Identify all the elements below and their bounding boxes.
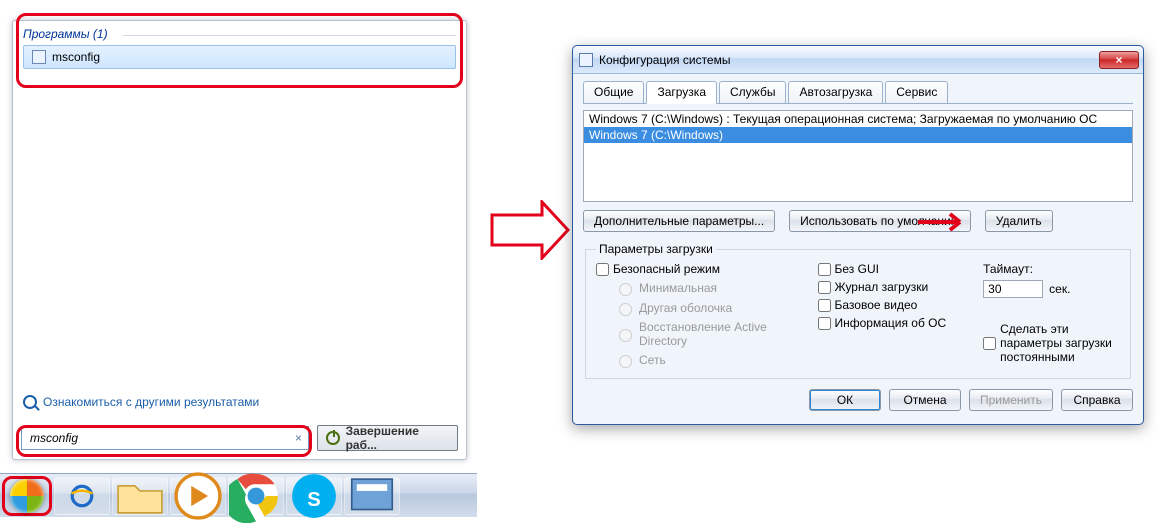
msconfig-dialog: Конфигурация системы × Общие Загрузка Сл… xyxy=(572,45,1144,425)
app-icon xyxy=(345,469,399,523)
taskbar-item-explorer[interactable] xyxy=(112,477,168,515)
radio-minimal: Минимальная xyxy=(596,280,792,296)
tab-tools[interactable]: Сервис xyxy=(885,81,948,103)
titlebar[interactable]: Конфигурация системы × xyxy=(573,46,1143,74)
taskbar-item-chrome[interactable] xyxy=(228,477,284,515)
taskbar: S xyxy=(0,473,477,517)
dialog-client: Общие Загрузка Службы Автозагрузка Серви… xyxy=(573,74,1143,419)
chrome-icon xyxy=(229,469,283,523)
help-button[interactable]: Справка xyxy=(1061,389,1133,411)
media-player-icon xyxy=(171,469,225,523)
dialog-footer: ОК Отмена Применить Справка xyxy=(583,389,1133,411)
timeout-input[interactable] xyxy=(983,280,1043,298)
no-gui-checkbox[interactable]: Без GUI xyxy=(818,262,958,276)
boot-entry-selected[interactable]: Windows 7 (C:\Windows) xyxy=(584,127,1132,143)
search-box[interactable]: × xyxy=(21,426,309,450)
os-info-checkbox[interactable]: Информация об ОС xyxy=(818,316,958,330)
radio-network: Сеть xyxy=(596,352,792,368)
boot-entries-list[interactable]: Windows 7 (C:\Windows) : Текущая операци… xyxy=(583,110,1133,202)
boot-buttons: Дополнительные параметры... Использовать… xyxy=(583,210,1133,232)
radio-adrestore: Восстановление Active Directory xyxy=(596,320,792,348)
timeout-label: Таймаут: xyxy=(983,262,1120,276)
clear-search-icon[interactable]: × xyxy=(295,431,302,445)
tab-startup[interactable]: Автозагрузка xyxy=(788,81,883,103)
apply-button[interactable]: Применить xyxy=(969,389,1053,411)
boot-log-checkbox[interactable]: Журнал загрузки xyxy=(818,280,958,294)
start-menu-footer: × Завершение раб... xyxy=(21,425,458,451)
delete-button[interactable]: Удалить xyxy=(985,210,1053,232)
boot-options-group: Параметры загрузки Безопасный режим Мини… xyxy=(585,242,1131,379)
taskbar-item-app[interactable] xyxy=(344,477,400,515)
taskbar-item-wmp[interactable] xyxy=(170,477,226,515)
tab-general[interactable]: Общие xyxy=(583,81,644,103)
safe-mode-checkbox[interactable]: Безопасный режим xyxy=(596,262,792,276)
windows-orb-icon xyxy=(10,479,44,513)
start-menu: Программы (1) msconfig Ознакомиться с др… xyxy=(12,20,467,460)
ie-icon xyxy=(69,483,95,509)
radio-altshell: Другая оболочка xyxy=(596,300,792,316)
programs-header: Программы (1) xyxy=(13,21,466,45)
flow-arrow-icon xyxy=(490,200,570,260)
set-default-button[interactable]: Использовать по умолчанию xyxy=(789,210,971,232)
search-result-msconfig[interactable]: msconfig xyxy=(23,45,456,69)
taskbar-item-ie[interactable] xyxy=(54,477,110,515)
search-input[interactable] xyxy=(28,430,295,446)
shutdown-button[interactable]: Завершение раб... xyxy=(317,425,458,451)
timeout-unit: сек. xyxy=(1049,282,1070,296)
advanced-options-button[interactable]: Дополнительные параметры... xyxy=(583,210,775,232)
search-result-label: msconfig xyxy=(52,50,100,64)
start-button[interactable] xyxy=(2,476,52,516)
see-other-results-link[interactable]: Ознакомиться с другими результатами xyxy=(23,395,259,409)
dialog-icon xyxy=(579,53,593,67)
dialog-title: Конфигурация системы xyxy=(599,53,1099,67)
cancel-button[interactable]: Отмена xyxy=(889,389,961,411)
msconfig-icon xyxy=(32,50,46,64)
persist-checkbox[interactable]: Сделать эти параметры загрузки постоянны… xyxy=(983,322,1120,364)
boot-entry[interactable]: Windows 7 (C:\Windows) : Текущая операци… xyxy=(584,111,1132,127)
see-other-results-label: Ознакомиться с другими результатами xyxy=(43,395,259,409)
tab-boot[interactable]: Загрузка xyxy=(646,81,717,104)
folder-icon xyxy=(113,469,167,523)
close-button[interactable]: × xyxy=(1099,51,1139,69)
search-icon xyxy=(23,395,37,409)
ok-button[interactable]: ОК xyxy=(809,389,881,411)
shutdown-label: Завершение раб... xyxy=(346,424,449,452)
tab-services[interactable]: Службы xyxy=(719,81,786,103)
taskbar-item-skype[interactable]: S xyxy=(286,477,342,515)
tabs: Общие Загрузка Службы Автозагрузка Серви… xyxy=(583,80,1133,104)
svg-text:S: S xyxy=(307,489,321,511)
boot-options-legend: Параметры загрузки xyxy=(596,242,716,256)
power-icon xyxy=(326,431,340,445)
skype-icon: S xyxy=(287,469,341,523)
base-video-checkbox[interactable]: Базовое видео xyxy=(818,298,958,312)
